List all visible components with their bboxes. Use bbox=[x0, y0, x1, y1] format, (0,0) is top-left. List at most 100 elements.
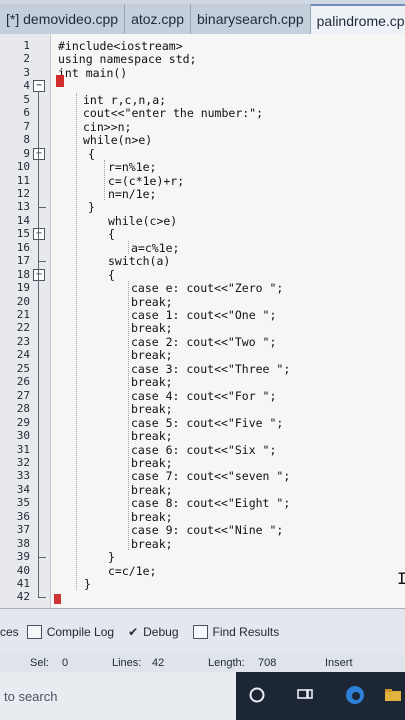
code-line[interactable]: r=n%1e; bbox=[108, 160, 156, 174]
code-line[interactable]: cin>>n; bbox=[83, 120, 131, 134]
code-line[interactable]: case 1: cout<<"One "; bbox=[131, 308, 276, 322]
code-line[interactable]: { bbox=[88, 147, 95, 161]
line-number: 23 bbox=[16, 334, 30, 348]
line-number: 28 bbox=[16, 402, 30, 416]
code-line[interactable]: case 9: cout<<"Nine "; bbox=[131, 523, 283, 537]
line-number: 20 bbox=[16, 294, 30, 308]
code-line[interactable]: case 5: cout<<"Five "; bbox=[131, 416, 283, 430]
code-line[interactable]: while(c>e) bbox=[108, 214, 177, 228]
line-number: 36 bbox=[16, 509, 30, 523]
code-line[interactable]: case 3: cout<<"Three "; bbox=[131, 362, 290, 376]
code-line[interactable]: break; bbox=[131, 456, 173, 470]
code-line[interactable]: } bbox=[108, 550, 115, 564]
code-line[interactable]: while(n>e) bbox=[83, 133, 152, 147]
code-line[interactable]: switch(a) bbox=[108, 254, 170, 268]
panel-tab-partial[interactable]: ces bbox=[0, 625, 19, 639]
code-line[interactable]: case 4: cout<<"For "; bbox=[131, 389, 276, 403]
task-view-icon[interactable] bbox=[296, 686, 314, 704]
line-number: 18 bbox=[16, 267, 30, 281]
search-placeholder: to search bbox=[4, 688, 58, 704]
file-explorer-icon[interactable] bbox=[384, 686, 402, 704]
code-line[interactable]: cout<<"enter the number:"; bbox=[83, 106, 263, 120]
tab-binarysearch[interactable]: binarysearch.cpp bbox=[191, 4, 311, 34]
code-line[interactable]: { bbox=[108, 268, 115, 282]
line-number: 9 bbox=[23, 146, 30, 160]
indent-guide bbox=[128, 240, 129, 255]
line-number: 26 bbox=[16, 375, 30, 389]
compile-log-label: Compile Log bbox=[46, 625, 115, 639]
code-line[interactable]: case 8: cout<<"Eight "; bbox=[131, 496, 290, 510]
fold-end bbox=[38, 557, 46, 559]
line-number: 32 bbox=[16, 455, 30, 469]
fold-end bbox=[38, 207, 46, 209]
code-line[interactable]: break; bbox=[131, 375, 173, 389]
fold-toggle-icon[interactable]: − bbox=[33, 228, 45, 241]
edge-browser-icon[interactable] bbox=[344, 684, 366, 706]
tab-palindrome[interactable]: palindrome.cp bbox=[310, 4, 405, 34]
fold-toggle-icon[interactable]: − bbox=[33, 268, 45, 281]
find-results-label: Find Results bbox=[212, 625, 280, 639]
line-number: 8 bbox=[23, 133, 30, 147]
code-line[interactable]: #include<iostream> bbox=[58, 39, 183, 53]
indent-guide bbox=[104, 160, 105, 201]
line-number: 42 bbox=[16, 590, 30, 604]
line-number: 34 bbox=[16, 482, 30, 496]
line-number: 37 bbox=[16, 523, 30, 537]
code-line[interactable]: break; bbox=[131, 429, 173, 443]
bottom-panel-tabs: ces Compile Log ✔ Debug Find Results bbox=[0, 608, 405, 655]
line-number: 4 bbox=[23, 79, 30, 93]
panel-tab-partial-label: ces bbox=[0, 625, 19, 639]
code-line[interactable]: } bbox=[84, 577, 91, 591]
code-line[interactable]: break; bbox=[131, 483, 173, 497]
code-line[interactable]: break; bbox=[131, 295, 173, 309]
chart-icon bbox=[26, 625, 42, 639]
text-cursor-ibeam: I bbox=[397, 569, 405, 588]
code-line[interactable]: break; bbox=[131, 402, 173, 416]
code-line[interactable]: c=(c*1e)+r; bbox=[108, 174, 184, 188]
find-results-tab[interactable]: Find Results bbox=[192, 625, 280, 639]
code-line[interactable]: } bbox=[88, 200, 95, 214]
compile-log-tab[interactable]: Compile Log bbox=[26, 625, 115, 639]
code-line[interactable]: break; bbox=[131, 348, 173, 362]
code-line[interactable]: case 2: cout<<"Two "; bbox=[131, 335, 276, 349]
line-number: 1 bbox=[23, 39, 30, 52]
code-line[interactable]: { bbox=[108, 227, 115, 241]
code-line[interactable]: break; bbox=[131, 510, 173, 524]
editor-tab-bar: [*] demovideo.cpp atoz.cpp binarysearch.… bbox=[0, 0, 405, 35]
tab-atoz[interactable]: atoz.cpp bbox=[125, 4, 192, 34]
code-line[interactable]: case 7: cout<<"seven "; bbox=[131, 469, 290, 483]
code-line[interactable]: using namespace std; bbox=[58, 52, 196, 66]
code-line[interactable]: break; bbox=[131, 321, 173, 335]
fold-toggle-icon[interactable]: − bbox=[33, 80, 45, 93]
taskbar-search-box[interactable]: to search bbox=[0, 672, 236, 720]
code-line[interactable]: break; bbox=[131, 537, 173, 551]
length-label: Length: bbox=[208, 657, 245, 669]
line-number: 35 bbox=[16, 496, 30, 510]
line-number: 7 bbox=[23, 119, 30, 133]
code-line[interactable]: case e: cout<<"Zero "; bbox=[131, 281, 283, 295]
fold-toggle-icon[interactable]: − bbox=[33, 147, 45, 160]
code-editor[interactable]: 1 2 3 4 5 6 7 8 9 10 11 12 13 14 15 16 17 18 19 20 21 22 23 24 2… bbox=[0, 34, 405, 608]
code-line[interactable]: case 6: cout<<"Six "; bbox=[131, 443, 276, 457]
cortana-icon[interactable] bbox=[248, 686, 266, 704]
debug-tab[interactable]: ✔ Debug bbox=[128, 625, 178, 639]
line-number: 29 bbox=[16, 415, 30, 429]
code-line[interactable]: n=n/1e; bbox=[108, 187, 156, 201]
line-number: 13 bbox=[16, 200, 30, 214]
tab-demovideo[interactable]: [*] demovideo.cpp bbox=[0, 4, 126, 34]
debug-label: Debug bbox=[143, 625, 179, 639]
fold-guide bbox=[38, 158, 39, 208]
line-number: 12 bbox=[16, 186, 30, 200]
line-number: 39 bbox=[16, 550, 30, 564]
fold-end bbox=[38, 261, 46, 263]
line-number: 11 bbox=[16, 173, 30, 187]
code-line[interactable]: int r,c,n,a; bbox=[83, 93, 166, 107]
bracket-highlight bbox=[54, 594, 61, 604]
code-line[interactable]: a=c%1e; bbox=[131, 241, 179, 255]
code-line[interactable]: int main() bbox=[58, 66, 127, 80]
fold-guide bbox=[38, 239, 39, 262]
status-bar: Sel: 0 Lines: 42 Length: 708 Insert bbox=[0, 654, 405, 672]
line-number: 10 bbox=[16, 160, 30, 174]
code-line[interactable]: c=c/1e; bbox=[108, 564, 156, 578]
line-number: 30 bbox=[16, 429, 30, 443]
